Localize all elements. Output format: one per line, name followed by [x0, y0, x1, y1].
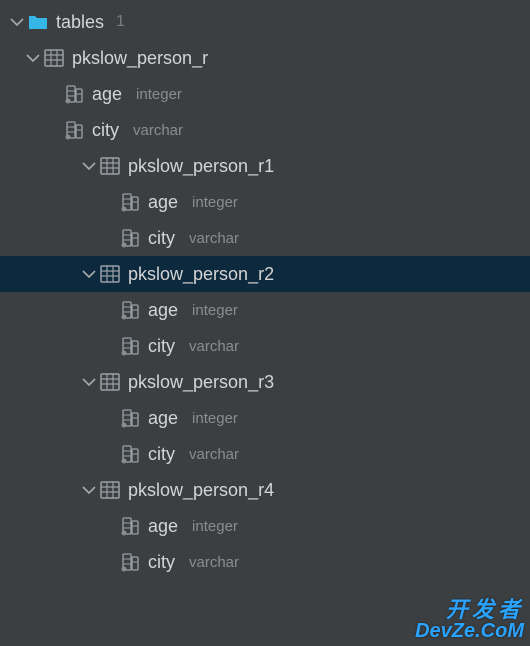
table-label: pkslow_person_r [72, 48, 208, 69]
tree-node-column[interactable]: city varchar [0, 112, 530, 148]
column-type: varchar [189, 554, 239, 571]
column-type: integer [192, 518, 238, 535]
chevron-down-icon[interactable] [8, 13, 26, 31]
column-icon [64, 120, 84, 140]
column-label: age [148, 408, 178, 429]
column-label: city [148, 444, 175, 465]
table-icon [100, 480, 120, 500]
tree-node-table[interactable]: pkslow_person_r [0, 40, 530, 76]
column-type: varchar [189, 446, 239, 463]
folder-count: 1 [116, 13, 125, 31]
tree-node-table[interactable]: pkslow_person_r1 [0, 148, 530, 184]
column-type: integer [192, 410, 238, 427]
column-type: integer [136, 86, 182, 103]
column-icon [120, 408, 140, 428]
chevron-down-icon[interactable] [80, 373, 98, 391]
column-type: varchar [133, 122, 183, 139]
chevron-down-icon[interactable] [80, 265, 98, 283]
tree-node-column[interactable]: city varchar [0, 544, 530, 580]
column-type: varchar [189, 230, 239, 247]
table-icon [100, 264, 120, 284]
column-type: varchar [189, 338, 239, 355]
column-label: city [92, 120, 119, 141]
tree-node-table[interactable]: pkslow_person_r4 [0, 472, 530, 508]
database-tree: tables 1 pkslow_person_r age integer cit… [0, 0, 530, 580]
column-label: city [148, 552, 175, 573]
column-icon [120, 516, 140, 536]
column-icon [120, 192, 140, 212]
watermark-line1: 开发者 [415, 598, 524, 621]
tree-node-column[interactable]: city varchar [0, 436, 530, 472]
column-type: integer [192, 302, 238, 319]
column-icon [120, 444, 140, 464]
chevron-down-icon[interactable] [24, 49, 42, 67]
table-label: pkslow_person_r4 [128, 480, 274, 501]
tree-node-column[interactable]: age integer [0, 508, 530, 544]
tree-node-column[interactable]: age integer [0, 400, 530, 436]
column-icon [120, 336, 140, 356]
column-label: city [148, 336, 175, 357]
table-icon [44, 48, 64, 68]
watermark-line2: DevZe.CoM [415, 621, 524, 642]
column-icon [120, 228, 140, 248]
column-label: city [148, 228, 175, 249]
column-type: integer [192, 194, 238, 211]
table-icon [100, 156, 120, 176]
column-label: age [148, 300, 178, 321]
table-icon [100, 372, 120, 392]
column-label: age [148, 192, 178, 213]
folder-icon [28, 12, 48, 32]
tree-node-column[interactable]: city varchar [0, 220, 530, 256]
tree-node-table[interactable]: pkslow_person_r2 [0, 256, 530, 292]
chevron-down-icon[interactable] [80, 157, 98, 175]
tree-node-column[interactable]: age integer [0, 76, 530, 112]
table-label: pkslow_person_r3 [128, 372, 274, 393]
column-icon [64, 84, 84, 104]
folder-label: tables [56, 12, 104, 33]
column-label: age [92, 84, 122, 105]
tree-node-folder-tables[interactable]: tables 1 [0, 4, 530, 40]
tree-node-column[interactable]: age integer [0, 292, 530, 328]
table-label: pkslow_person_r1 [128, 156, 274, 177]
tree-node-column[interactable]: city varchar [0, 328, 530, 364]
tree-node-table[interactable]: pkslow_person_r3 [0, 364, 530, 400]
column-label: age [148, 516, 178, 537]
column-icon [120, 552, 140, 572]
watermark: 开发者 DevZe.CoM [415, 598, 524, 642]
column-icon [120, 300, 140, 320]
chevron-down-icon[interactable] [80, 481, 98, 499]
table-label: pkslow_person_r2 [128, 264, 274, 285]
tree-node-column[interactable]: age integer [0, 184, 530, 220]
